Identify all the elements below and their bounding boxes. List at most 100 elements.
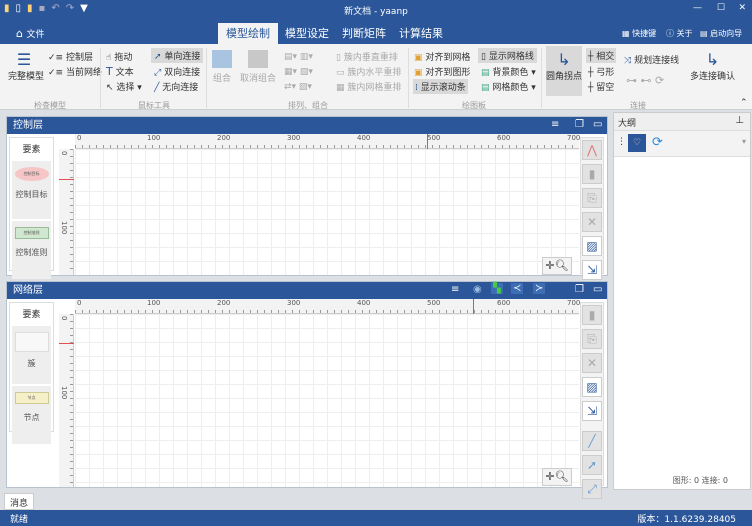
network-layer-panel: 网络层 ≡ ◉ ▚ ≺ ≻ ❐ ▭ 要素 簇 节点 节点 0 100 200 300 40… [6,281,608,499]
title-bar: ▮▯▮▪↶↷▼ 新文档 - yaanp — ☐ ✕ [0,0,752,20]
ruler-tick-label: 0 [60,316,68,321]
panel-title: 控制层 [7,117,607,134]
ruler-tick-label: 700 [567,134,581,142]
ruler-tick-label: 200 [217,299,231,307]
layout-icon[interactable]: ⋀ [582,140,602,160]
about-button[interactable]: ⓘ 关于 [666,28,693,39]
pan-zoom-button[interactable]: ✛🔍︎ [542,257,572,275]
restore-icon[interactable]: ❐ [575,284,584,295]
group-button[interactable]: 组合 [212,50,232,84]
pan-zoom-button[interactable]: ✛🔍︎ [542,468,572,486]
nodes-icon[interactable]: ▚ [491,283,503,294]
current-network-button[interactable]: ✓≡ 当前网络 [48,65,102,78]
show-scrollbar-toggle[interactable]: ⁞ 显示滚动条 [413,79,468,94]
refresh-icon[interactable]: ⟳ [652,135,663,150]
paste-icon[interactable]: ▮ [582,305,602,325]
align-to-grid-button[interactable]: ▣ 对齐到网格 [414,50,470,63]
group-label: 鼠标工具 [138,101,170,110]
palette-item-cluster[interactable]: 簇 [12,326,51,384]
show-gridlines-toggle[interactable]: ▯ 显示网格线 [478,48,537,63]
status-text: 就绪 [10,515,29,525]
network-canvas[interactable] [75,314,579,487]
ruler-tick-label: 600 [497,299,511,307]
drag-tool[interactable]: ☝ 拖动 [106,50,132,63]
shortcuts-button[interactable]: ▦ 快捷键 [622,28,656,39]
copy-icon[interactable]: ⎘ [582,188,602,208]
one-way-connect-tool[interactable]: ➚ 单向连接 [151,48,204,63]
palette-item-node[interactable]: 节点 节点 [12,386,51,444]
export-image-icon[interactable]: ▨ [582,377,602,397]
eye-icon[interactable]: ◉ [473,284,482,295]
arrow-icon[interactable]: ➚ [582,455,602,475]
arc-button[interactable]: ┼ 弓形 [588,65,614,78]
list-icon[interactable]: ≡ [551,119,559,130]
vertical-ruler: 0 100 [59,314,74,487]
maximize-button[interactable]: ☐ [717,3,725,13]
ruler-tick-label: 100 [147,299,161,307]
plan-lines-button[interactable]: ⤨ 规划连接线 [624,53,679,66]
complete-model-button[interactable]: ☰ 完整模型 [8,50,44,82]
palette-title: 要素 [22,310,41,320]
ruler-marker [473,299,474,314]
cluster-horizontal-button[interactable]: ▭ 簇内水平重排 [336,65,401,78]
ruler-tick-label: 100 [60,221,68,235]
gap-button[interactable]: ┼ 留空 [588,80,614,93]
maximize-icon[interactable]: ▭ [593,119,602,130]
dropdown-icon[interactable]: ▾ [742,137,746,146]
tab-model-drawing[interactable]: 模型绘制 [218,23,278,44]
maximize-icon[interactable]: ▭ [593,284,602,295]
intersect-button[interactable]: ┼ 相交 [586,48,617,63]
export-icon[interactable]: ⇲ [582,401,602,421]
two-way-connect-tool[interactable]: ⤢ 双向连接 [154,65,200,78]
ruler-tick-label: 100 [60,386,68,400]
pin-icon[interactable]: ⊥ [735,115,744,126]
control-canvas[interactable] [75,149,579,275]
file-menu[interactable]: ⌂ 文件 [8,23,53,44]
tab-model-settings[interactable]: 模型设定 [277,23,337,44]
export-image-icon[interactable]: ▨ [582,236,602,256]
outline-view-icon[interactable]: ♡ [628,134,646,152]
background-color-dropdown[interactable]: ▤ 背景颜色 ▾ [481,65,536,78]
align-to-shape-button[interactable]: ▣ 对齐到图形 [414,65,470,78]
delete-icon[interactable]: ✕ [582,212,602,232]
close-button[interactable]: ✕ [738,3,746,13]
connector-tools[interactable]: ⊶ ⊷ ⟳ [626,74,664,87]
palette-item-control-target[interactable]: 控制目标 控制目标 [12,161,51,219]
vertical-ruler: 0 100 [59,149,74,275]
collapse-ribbon-button[interactable]: ⌃ [740,98,748,108]
align-buttons[interactable]: ▤▾ ▥▾ ▦▾ ▧▾ ⇄▾ ▨▾ [284,50,313,95]
ruler-tick-label: 0 [77,299,82,307]
restore-icon[interactable]: ❐ [575,119,584,130]
ruler-tick-label: 400 [357,134,371,142]
select-tool[interactable]: ↖ 选择 ▾ [106,80,142,93]
element-palette: 要素 控制目标 控制目标 控制准则 控制准则 [9,137,54,279]
ruler-marker [427,134,428,149]
list-icon[interactable]: ≡ [451,284,459,295]
ungroup-button[interactable]: 取消组合 [240,50,276,84]
tab-judgment-matrix[interactable]: 判断矩阵 [334,23,394,44]
cluster-grid-button[interactable]: ▦ 簇内网格重排 [336,80,401,93]
message-tab[interactable]: 消息 [4,493,35,510]
share-icon[interactable]: ≺ [511,283,524,294]
grid-color-dropdown[interactable]: ▤ 网格颜色 ▾ [481,80,536,93]
wizard-button[interactable]: ▤ 启动向导 [700,28,742,39]
version-text: 版本：1.1.6239.28405 [637,515,736,525]
window-title: 新文档 - yaanp [344,7,408,17]
copy-icon[interactable]: ⎘ [582,329,602,349]
control-layer-button[interactable]: ✓≡ 控制层 [48,50,93,63]
palette-item-control-criterion[interactable]: 控制准则 控制准则 [12,221,51,279]
cluster-vertical-button[interactable]: ▯ 簇内垂直重排 [336,50,398,63]
minimize-button[interactable]: — [693,3,702,13]
tab-results[interactable]: 计算结果 [391,23,451,44]
line-icon[interactable]: ╱ [582,431,602,451]
control-layer-panel: 控制层 ≡ ❐ ▭ 要素 控制目标 控制目标 控制准则 控制准则 0 100 200 30… [6,116,608,280]
export-icon[interactable]: ⇲ [582,260,602,280]
text-tool[interactable]: T 文本 [106,65,134,78]
no-direction-connect-tool[interactable]: ╱ 无向连接 [154,80,198,93]
multi-connect-confirm-button[interactable]: ↳ 多连接确认 [690,50,735,82]
paste-icon[interactable]: ▮ [582,164,602,184]
delete-icon[interactable]: ✕ [582,353,602,373]
double-arrow-icon[interactable]: ⤢ [582,479,602,499]
round-corner-button[interactable]: ↳ 圆角拐点 [546,46,582,96]
branch-icon[interactable]: ≻ [533,283,546,294]
